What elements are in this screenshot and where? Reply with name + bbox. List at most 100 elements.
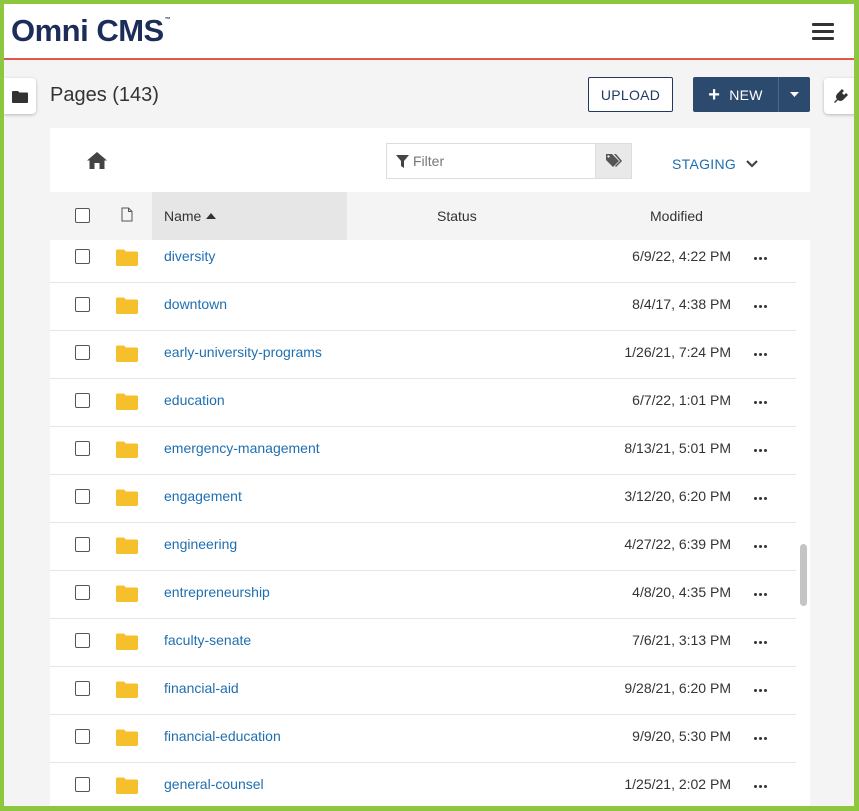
page-name-link[interactable]: early-university-programs [164,344,322,360]
folder-icon [116,297,138,319]
row-checkbox[interactable] [75,729,90,744]
table-row[interactable]: faculty-senate 7/6/21, 3:13 PM [50,619,796,667]
table-row[interactable]: diversity 6/9/22, 4:22 PM [50,240,796,283]
new-button[interactable]: + NEW [693,77,779,112]
row-actions-button[interactable] [750,776,770,796]
row-actions-button[interactable] [750,632,770,652]
row-actions-button[interactable] [750,584,770,604]
more-icon [753,400,757,404]
table-row[interactable]: education 6/7/22, 1:01 PM [50,379,796,427]
environment-selector[interactable]: STAGING [672,156,758,172]
hamburger-icon [812,23,834,26]
modified-date: 1/26/21, 7:24 PM [624,344,731,360]
page-name-link[interactable]: financial-aid [164,680,239,696]
new-button-label: NEW [729,86,763,103]
row-checkbox[interactable] [75,297,90,312]
gadgets-panel-toggle[interactable] [824,78,854,114]
more-icon [753,256,757,260]
folder-icon [116,441,138,463]
page-name-link[interactable]: diversity [164,248,215,264]
row-checkbox[interactable] [75,633,90,648]
more-icon [753,784,757,788]
folder-icon [116,345,138,367]
row-actions-button[interactable] [750,392,770,412]
scrollbar-track[interactable] [796,240,810,806]
table-row[interactable]: emergency-management 8/13/21, 5:01 PM [50,427,796,475]
page-name-link[interactable]: education [164,392,225,408]
folder-icon [116,537,138,559]
home-button[interactable] [87,152,107,174]
environment-label: STAGING [672,156,737,172]
row-checkbox[interactable] [75,393,90,408]
row-actions-button[interactable] [750,488,770,508]
page-name-link[interactable]: general-counsel [164,776,264,792]
page-name-link[interactable]: emergency-management [164,440,320,456]
row-checkbox[interactable] [75,249,90,264]
filter-box [386,143,632,179]
modified-date: 6/7/22, 1:01 PM [632,392,731,408]
row-actions-button[interactable] [750,440,770,460]
column-header-status[interactable]: Status [437,208,477,224]
page-name-link[interactable]: entrepreneurship [164,584,270,600]
row-actions-button[interactable] [750,344,770,364]
table-row[interactable]: early-university-programs 1/26/21, 7:24 P… [50,331,796,379]
more-icon [753,352,757,356]
row-actions-button[interactable] [750,536,770,556]
row-checkbox[interactable] [75,345,90,360]
home-icon [87,152,107,169]
page-name-link[interactable]: faculty-senate [164,632,251,648]
row-checkbox[interactable] [75,441,90,456]
row-checkbox[interactable] [75,777,90,792]
upload-button[interactable]: UPLOAD [588,77,673,112]
column-header-name[interactable]: Name [152,192,347,240]
file-type-column [121,207,133,225]
modified-date: 9/9/20, 5:30 PM [632,728,731,744]
page-name-link[interactable]: downtown [164,296,227,312]
table-row[interactable]: general-counsel 1/25/21, 2:02 PM [50,763,796,806]
caret-down-icon [790,92,799,97]
chevron-down-icon [746,160,758,168]
new-dropdown-toggle[interactable] [779,77,810,112]
table-row[interactable]: financial-aid 9/28/21, 6:20 PM [50,667,796,715]
logo-trademark: ™ [164,17,171,23]
table-row[interactable]: downtown 8/4/17, 4:38 PM [50,283,796,331]
omni-cms-logo[interactable]: Omni CMS™ [11,13,171,49]
hamburger-menu-button[interactable] [812,23,834,41]
tag-filter-button[interactable] [595,144,631,178]
more-icon [753,640,757,644]
page-name-link[interactable]: engineering [164,536,237,552]
page-name-link[interactable]: engagement [164,488,242,504]
modified-date: 7/6/21, 3:13 PM [632,632,731,648]
column-name-label: Name [164,208,202,224]
row-actions-button[interactable] [750,728,770,748]
row-checkbox[interactable] [75,537,90,552]
table-header: Name Status Modified [50,192,810,240]
row-checkbox[interactable] [75,585,90,600]
column-header-modified[interactable]: Modified [650,208,703,224]
scrollbar-thumb[interactable] [800,544,807,606]
table-row[interactable]: financial-education 9/9/20, 5:30 PM [50,715,796,763]
modified-date: 3/12/20, 6:20 PM [624,488,731,504]
folder-icon [116,585,138,607]
modified-date: 9/28/21, 6:20 PM [624,680,731,696]
select-all-checkbox[interactable] [75,208,90,223]
row-actions-button[interactable] [750,296,770,316]
table-row[interactable]: engineering 4/27/22, 6:39 PM [50,523,796,571]
page-title: Pages (143) [50,84,159,106]
row-checkbox[interactable] [75,681,90,696]
folder-icon [116,393,138,415]
filter-input[interactable] [409,144,595,178]
more-icon [753,736,757,740]
table-row[interactable]: engagement 3/12/20, 6:20 PM [50,475,796,523]
folder-panel-toggle[interactable] [4,78,36,114]
page-name-link[interactable]: financial-education [164,728,281,744]
row-checkbox[interactable] [75,489,90,504]
filter-icon [387,144,409,178]
folder-icon [116,489,138,511]
table-row[interactable]: entrepreneurship 4/8/20, 4:35 PM [50,571,796,619]
modified-date: 4/27/22, 6:39 PM [624,536,731,552]
new-button-group: + NEW [693,77,810,112]
row-actions-button[interactable] [750,680,770,700]
more-icon [753,304,757,308]
row-actions-button[interactable] [750,248,770,268]
